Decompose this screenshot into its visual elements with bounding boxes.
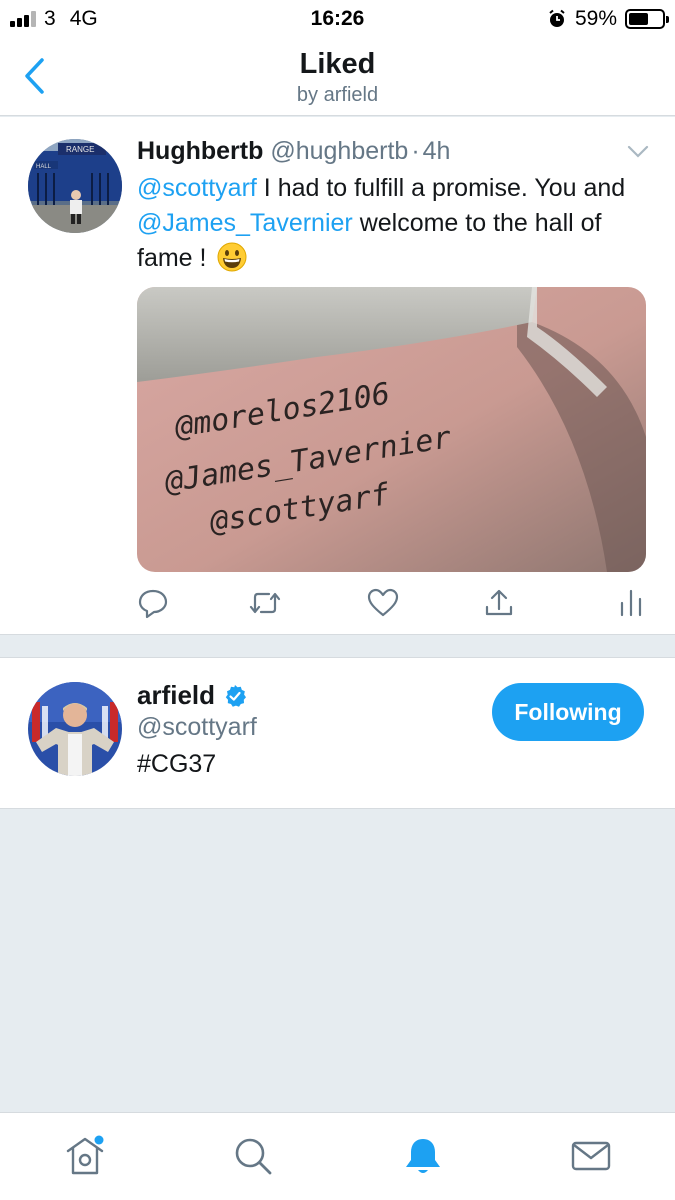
mention-link[interactable]: @scottyarf: [137, 174, 257, 202]
tweet-author-handle[interactable]: @hughbertb: [270, 137, 408, 165]
avatar[interactable]: RANGE HALL: [28, 139, 122, 233]
page-title: Liked: [299, 48, 376, 80]
grinning-face-emoji: [217, 242, 247, 272]
chevron-down-icon[interactable]: [627, 145, 649, 159]
verified-badge-icon: [225, 684, 247, 707]
tweet-time: 4h: [422, 137, 451, 165]
avatar[interactable]: [28, 682, 122, 776]
tweet-text-part: I had to fulfill a promise. You and: [256, 174, 626, 202]
user-bio: #CG37: [137, 750, 217, 778]
tweet-separator: ·: [411, 137, 420, 165]
following-button[interactable]: Following: [492, 683, 644, 741]
alarm-icon: [549, 9, 565, 27]
tweet-header: Hughbertb @hughbertb · 4h: [137, 137, 450, 166]
like-icon[interactable]: [367, 587, 399, 619]
avatar-image: RANGE HALL: [28, 139, 122, 233]
status-bar: 3 4G 16:26 59%: [0, 0, 675, 40]
tweet-author-name[interactable]: Hughbertb: [137, 137, 263, 165]
share-icon[interactable]: [483, 587, 515, 619]
tweet-text: @scottyarf I had to fulfill a promise. Y…: [137, 171, 652, 276]
home-icon[interactable]: [64, 1135, 106, 1177]
avatar-image: [28, 682, 122, 776]
battery-icon: [625, 9, 669, 29]
status-right: 59%: [547, 7, 669, 31]
svg-text:HALL: HALL: [36, 164, 52, 170]
messages-icon[interactable]: [570, 1135, 612, 1177]
battery-fill: [629, 13, 648, 25]
page-subtitle: by arfield: [296, 84, 379, 106]
user-name-row: arfield: [137, 680, 247, 711]
notifications-icon[interactable]: [402, 1135, 444, 1177]
reply-icon[interactable]: [137, 587, 169, 619]
user-card[interactable]: arfield @scottyarf #CG37 Following: [0, 657, 675, 809]
user-name[interactable]: arfield: [137, 680, 215, 711]
header: Liked by arfield: [0, 40, 675, 116]
user-handle: @scottyarf: [137, 713, 257, 741]
tweet-media-image[interactable]: @morelos2106 @James_Tavernier @scottyarf: [137, 287, 646, 572]
tattoo-photo: @morelos2106 @James_Tavernier @scottyarf: [137, 287, 646, 572]
battery-percent: 59%: [574, 7, 617, 30]
mention-link[interactable]: @James_Tavernier: [137, 209, 353, 237]
retweet-icon[interactable]: [249, 587, 281, 619]
analytics-icon[interactable]: [615, 587, 647, 619]
svg-text:RANGE: RANGE: [66, 145, 94, 154]
tweet-card[interactable]: RANGE HALL Hughbertb @hughbertb · 4h @scot…: [0, 117, 675, 635]
notification-dot: [94, 1135, 104, 1145]
tab-bar: [0, 1112, 675, 1200]
tweet-actions: [137, 587, 647, 623]
search-icon[interactable]: [232, 1135, 274, 1177]
